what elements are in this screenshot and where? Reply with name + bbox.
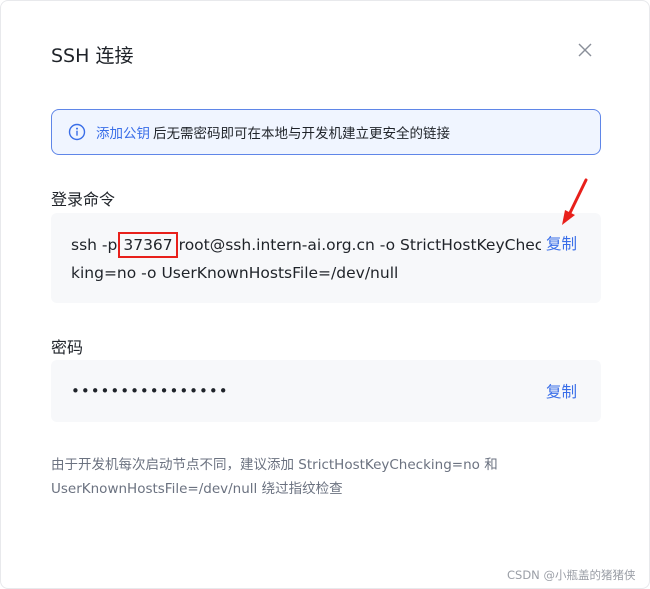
- login-command-text[interactable]: ssh -p 37367 root@ssh.intern-ai.org.cn -o …: [71, 231, 541, 287]
- info-icon: [68, 123, 86, 141]
- dialog-title: SSH 连接: [51, 45, 134, 67]
- copy-command-button[interactable]: 复制: [546, 233, 577, 255]
- password-label: 密码: [51, 338, 84, 357]
- command-prefix: ssh -p: [71, 236, 118, 254]
- add-public-key-banner: 添加公钥 后无需密码即可在本地与开发机建立更安全的链接: [51, 109, 601, 155]
- copy-password-button[interactable]: 复制: [546, 381, 577, 403]
- banner-text: 后无需密码即可在本地与开发机建立更安全的链接: [153, 126, 450, 142]
- add-public-key-link[interactable]: 添加公钥: [96, 122, 150, 142]
- password-masked-value: ••••••••••••••••: [71, 382, 229, 400]
- csdn-watermark: CSDN @小瓶盖的猪猪侠: [507, 568, 636, 582]
- hint-line-1: 由于开发机每次启动节点不同，建议添加 StrictHostKeyChecking…: [51, 457, 498, 473]
- close-button[interactable]: [574, 39, 596, 61]
- hint-line-2: UserKnownHostsFile=/dev/null 绕过指纹检查: [51, 481, 343, 497]
- command-line-2: king=no -o UserKnownHostsFile=/dev/null: [71, 264, 399, 282]
- fingerprint-hint: 由于开发机每次启动节点不同，建议添加 StrictHostKeyChecking…: [51, 453, 551, 501]
- port-highlight-box: 37367: [118, 232, 178, 258]
- red-arrow-icon: [562, 178, 588, 225]
- ssh-connection-dialog: SSH 连接 添加公钥 后无需密码即可在本地与开发机建立更安全的链接 登录命令 …: [0, 0, 650, 589]
- close-icon: [578, 43, 592, 57]
- login-command-field[interactable]: ssh -p 37367 root@ssh.intern-ai.org.cn -o …: [51, 213, 601, 303]
- login-command-label: 登录命令: [51, 190, 116, 209]
- command-line-1: ssh -p 37367 root@ssh.intern-ai.org.cn -o …: [71, 231, 541, 259]
- command-suffix: root@ssh.intern-ai.org.cn -o StrictHostK…: [178, 236, 541, 254]
- password-field[interactable]: ••••••••••••••••: [51, 360, 601, 422]
